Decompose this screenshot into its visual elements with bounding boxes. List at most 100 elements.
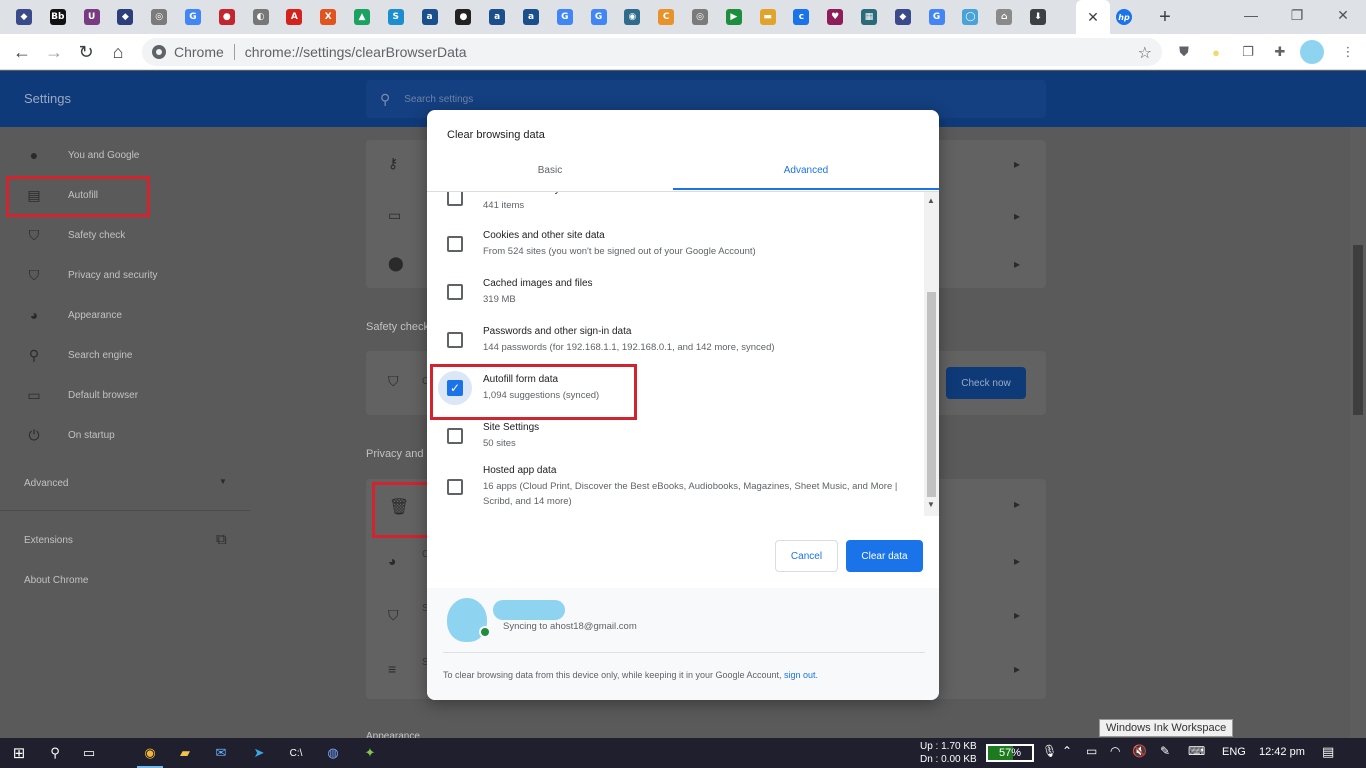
task-view-icon[interactable]: ▭ [78, 743, 100, 763]
page-scroll-thumb[interactable] [1353, 245, 1363, 415]
cached-images-checkbox[interactable] [447, 284, 463, 300]
tab-s[interactable]: S [384, 6, 408, 28]
active-tab[interactable]: ✕ [1076, 0, 1110, 34]
sidebar-item-safety-check[interactable]: ⛉ Safety check [0, 215, 240, 255]
sidebar-item-appearance[interactable]: ◕ Appearance [0, 295, 240, 335]
tab-slides[interactable]: ▬ [756, 6, 780, 28]
close-tab-icon[interactable]: ✕ [1087, 9, 1099, 26]
tab-c2[interactable]: c [789, 6, 813, 28]
new-tab-button[interactable]: + [1154, 6, 1176, 28]
site-settings-checkbox[interactable] [447, 428, 463, 444]
download-history-checkbox[interactable] [447, 192, 463, 206]
tab-search-icon[interactable]: ❐ [1238, 42, 1258, 62]
tab-download[interactable]: ⬇ [1026, 6, 1050, 28]
tab-basic[interactable]: Basic [427, 165, 673, 176]
trash-icon[interactable]: 🗑 [389, 497, 409, 517]
mail-icon[interactable]: ✉ [210, 743, 232, 763]
chevron-right-icon[interactable]: ▸ [1014, 157, 1020, 171]
tab-a3[interactable]: a [519, 6, 543, 28]
autofill-form-data-checkbox[interactable]: ✓ [447, 380, 463, 396]
chevron-right-icon[interactable]: ▸ [1014, 209, 1020, 223]
sidebar-item-default-browser[interactable]: ▭ Default browser [0, 375, 240, 415]
tab-fruit[interactable]: ● [215, 6, 239, 28]
game-app-icon[interactable]: ✦ [359, 743, 381, 763]
tab-hp[interactable]: hp [1112, 6, 1136, 28]
tab-chart[interactable]: ▦ [857, 6, 881, 28]
tab-play[interactable]: ▶ [722, 6, 746, 28]
minimize-button[interactable]: — [1228, 0, 1274, 30]
windows-start-icon[interactable]: ⊞ [8, 743, 30, 763]
forward-button[interactable]: → [41, 39, 67, 65]
tab-globe2[interactable]: ◎ [688, 6, 712, 28]
tab-frame[interactable]: U [80, 6, 104, 28]
file-explorer-icon[interactable]: ▰ [174, 743, 196, 763]
scroll-down-arrow-icon[interactable]: ▼ [927, 500, 935, 509]
tab-google3[interactable]: G [587, 6, 611, 28]
chevron-right-icon[interactable]: ▸ [1014, 257, 1020, 271]
tab-shield2[interactable]: ◐ [249, 6, 273, 28]
passwords-checkbox[interactable] [447, 332, 463, 348]
volume-muted-icon[interactable]: 🔇 [1132, 744, 1147, 758]
scroll-up-arrow-icon[interactable]: ▲ [927, 196, 935, 205]
extensions-puzzle-icon[interactable]: ✚ [1270, 42, 1290, 62]
tab-shield[interactable]: ◆ [12, 6, 36, 28]
reload-button[interactable]: ↻ [73, 39, 99, 65]
tab-a[interactable]: a [418, 6, 442, 28]
tab-x[interactable]: X [316, 6, 340, 28]
address-bar[interactable]: Chrome chrome://settings/clearBrowserDat… [142, 38, 1162, 66]
hp-app-icon[interactable]: ◍ [322, 743, 344, 763]
ublock-extension-icon[interactable]: ⛊ [1174, 42, 1194, 62]
sidebar-about[interactable]: About Chrome [24, 575, 88, 586]
page-scrollbar[interactable] [1350, 127, 1366, 738]
search-icon[interactable]: ⚲ [44, 743, 66, 763]
tab-heart[interactable]: ♥ [823, 6, 847, 28]
sidebar-advanced[interactable]: Advanced [24, 478, 68, 489]
tab-drive[interactable]: ▲ [350, 6, 374, 28]
tab-google2[interactable]: G [553, 6, 577, 28]
open-external-icon[interactable]: ⧉ [216, 531, 227, 548]
telegram-icon[interactable]: ➤ [248, 743, 270, 763]
dialog-list-scrollbar[interactable]: ▲ ▼ [924, 192, 939, 516]
tab-google4[interactable]: G [925, 6, 949, 28]
check-now-button[interactable]: Check now [946, 367, 1026, 399]
profile-avatar[interactable] [1300, 40, 1324, 64]
tab-circle[interactable]: ◉ [620, 6, 644, 28]
tab-github[interactable]: ● [451, 6, 475, 28]
clock[interactable]: 12:42 pm [1259, 746, 1305, 758]
back-button[interactable]: ← [9, 39, 35, 65]
chevron-right-icon[interactable]: ▸ [1014, 554, 1020, 568]
sidebar-extensions[interactable]: Extensions [24, 535, 73, 546]
tab-adobe[interactable]: A [282, 6, 306, 28]
mic-icon[interactable]: 🎙 [1042, 744, 1057, 758]
tab-google[interactable]: G [181, 6, 205, 28]
wifi-icon[interactable]: ◠ [1110, 744, 1120, 758]
battery-indicator[interactable]: 57% [986, 744, 1034, 762]
tab-cap[interactable]: ⌂ [992, 6, 1016, 28]
tab-ring[interactable]: ◯ [958, 6, 982, 28]
ink-workspace-icon[interactable]: ✎ [1160, 744, 1170, 758]
yellow-extension-icon[interactable]: ● [1206, 42, 1226, 62]
tab-diamond[interactable]: ◆ [113, 6, 137, 28]
restore-button[interactable]: ❐ [1274, 0, 1320, 30]
advanced-caret-icon[interactable]: ▼ [219, 477, 227, 486]
notifications-icon[interactable]: ▤ [1322, 744, 1334, 760]
keyboard-icon[interactable]: ⌨ [1188, 744, 1205, 758]
show-hidden-icons-chevron[interactable]: ⌃ [1062, 744, 1072, 758]
tab-c[interactable]: C [654, 6, 678, 28]
battery-tray-icon[interactable]: ▭ [1086, 744, 1097, 758]
chrome-taskbar-icon[interactable]: ◉ [139, 743, 161, 763]
hosted-app-data-checkbox[interactable] [447, 479, 463, 495]
tab-a2[interactable]: a [485, 6, 509, 28]
language-indicator[interactable]: ENG [1222, 746, 1246, 758]
clear-data-button[interactable]: Clear data [846, 540, 923, 572]
chevron-right-icon[interactable]: ▸ [1014, 608, 1020, 622]
terminal-icon[interactable]: C:\ [285, 743, 307, 763]
sidebar-item-on-startup[interactable]: ⏻ On startup [0, 415, 240, 455]
tab-advanced[interactable]: Advanced [673, 165, 939, 176]
sidebar-item-you-and-google[interactable]: ● You and Google [0, 135, 240, 175]
sidebar-item-search-engine[interactable]: ⚲ Search engine [0, 335, 240, 375]
dialog-scroll-thumb[interactable] [927, 292, 936, 497]
bookmark-star-icon[interactable]: ☆ [1138, 43, 1152, 63]
chevron-right-icon[interactable]: ▸ [1014, 497, 1020, 511]
chevron-right-icon[interactable]: ▸ [1014, 662, 1020, 676]
